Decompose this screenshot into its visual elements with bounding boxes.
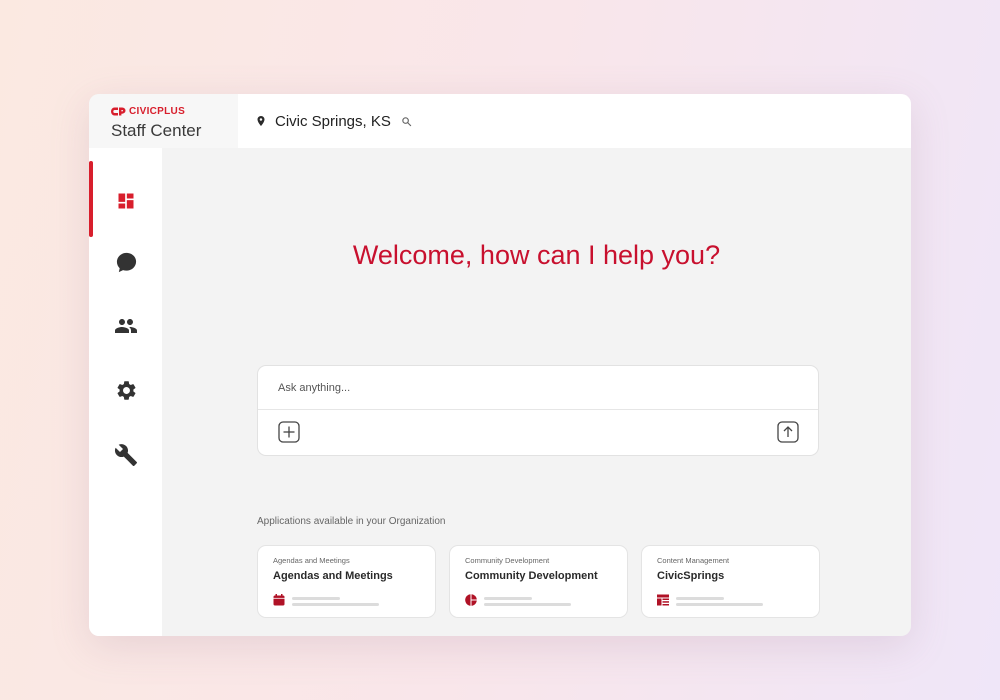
civicplus-logo-mark	[111, 107, 126, 115]
welcome-heading: Welcome, how can I help you?	[352, 240, 721, 270]
sidebar-item-chat[interactable]	[113, 249, 139, 275]
gear-icon	[117, 380, 135, 400]
app-card-community[interactable]: Community Development Community Developm…	[449, 545, 628, 618]
add-attachment-button[interactable]	[278, 421, 300, 443]
sidebar-item-settings[interactable]	[113, 377, 139, 403]
app-card-title: Community Development	[465, 570, 598, 582]
location-pin-icon	[257, 116, 265, 126]
calendar-icon	[273, 594, 285, 606]
sidebar-item-tools[interactable]	[113, 442, 139, 468]
placeholder-lines	[292, 597, 379, 606]
content-icon	[657, 594, 669, 606]
community-icon	[465, 594, 477, 606]
app-cards: Agendas and Meetings Agendas and Meeting…	[257, 545, 820, 618]
arrow-up-icon	[777, 421, 799, 443]
sidebar-item-people[interactable]	[113, 313, 139, 339]
search-icon[interactable]	[401, 116, 412, 127]
placeholder-lines	[484, 597, 571, 606]
app-card-title: Agendas and Meetings	[273, 570, 393, 582]
main-content: Welcome, how can I help you? Application…	[162, 148, 911, 636]
sidebar-item-dashboard[interactable]	[113, 188, 139, 214]
brand-area: CIVICPLUS Staff Center	[89, 94, 238, 148]
ask-input[interactable]	[258, 366, 818, 410]
app-card-content[interactable]: Content Management CivicSprings	[641, 545, 820, 618]
people-icon	[115, 319, 137, 333]
app-card-agendas[interactable]: Agendas and Meetings Agendas and Meeting…	[257, 545, 436, 618]
app-card-category: Content Management	[657, 556, 730, 565]
plus-icon	[278, 421, 300, 443]
ask-box	[257, 365, 819, 456]
send-button[interactable]	[777, 421, 799, 443]
app-name: Staff Center	[111, 121, 202, 140]
civicplus-logo: CIVICPLUS	[111, 105, 238, 117]
app-card-footer	[657, 594, 763, 606]
app-card-footer	[273, 594, 379, 606]
app-card-category: Agendas and Meetings	[273, 556, 350, 565]
logo-text: CIVICPLUS	[129, 105, 186, 117]
top-bar: Civic Springs, KS	[238, 94, 911, 148]
wrench-icon	[114, 444, 137, 466]
app-window: CIVICPLUS Staff Center Civic Springs, KS	[89, 94, 911, 636]
dashboard-icon	[118, 193, 134, 209]
chat-icon	[116, 252, 136, 272]
apps-section-title: Applications available in your Organizat…	[257, 516, 446, 527]
placeholder-lines	[676, 597, 763, 606]
location-name[interactable]: Civic Springs, KS	[275, 113, 391, 130]
app-card-category: Community Development	[465, 556, 550, 565]
app-card-title: CivicSprings	[657, 570, 725, 582]
sidebar	[89, 148, 162, 636]
app-card-footer	[465, 594, 571, 606]
active-indicator	[89, 161, 93, 237]
